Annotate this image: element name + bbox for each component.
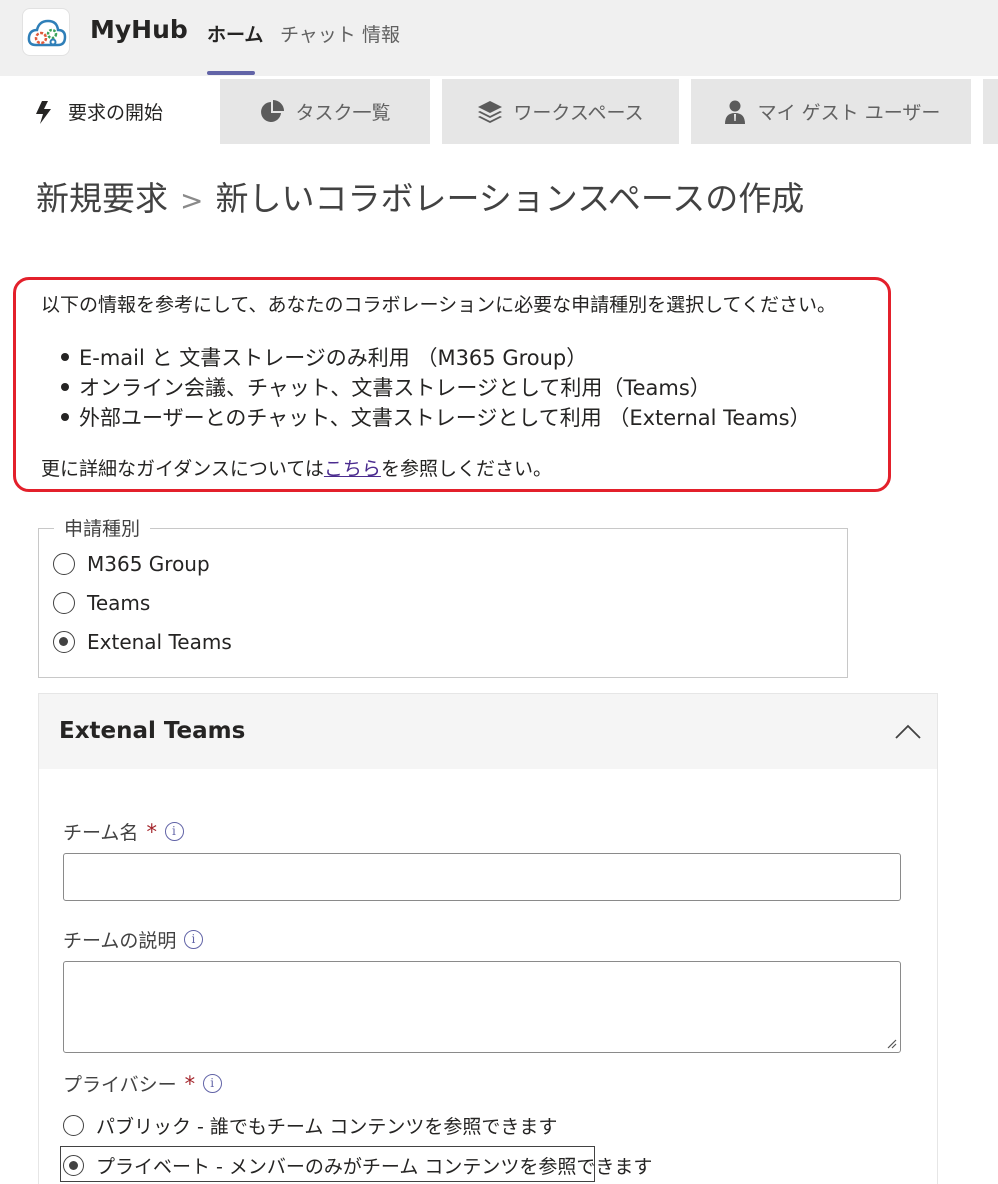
tab-info[interactable]: 情報 bbox=[362, 20, 400, 47]
privacy-label: プライバシー * bbox=[63, 1070, 223, 1097]
lightning-icon bbox=[36, 100, 51, 124]
page-tabs: 要求の開始 タスク一覧 ワークスペース マイ ゲスト ユーザー bbox=[0, 76, 998, 144]
pie-chart-icon bbox=[261, 99, 285, 122]
guidance-intro: 以下の情報を参考にして、あなたのコラボレーションに必要な申請種別を選択してくださ… bbox=[41, 294, 836, 316]
tab-label: マイ ゲスト ユーザー bbox=[757, 102, 941, 124]
app-title: MyHub bbox=[90, 15, 188, 44]
privacy-option-private[interactable]: プライベート - メンバーのみがチーム コンテンツを参照できます bbox=[63, 1152, 652, 1179]
guidance-list: E-mail と 文書ストレージのみ利用 （M365 Group） オンライン会… bbox=[61, 342, 811, 432]
tab-chat[interactable]: チャット bbox=[280, 20, 356, 47]
section-title: Extenal Teams bbox=[59, 718, 246, 744]
tab-task-list[interactable]: タスク一覧 bbox=[220, 79, 430, 144]
tab-home[interactable]: ホーム bbox=[207, 20, 263, 47]
option-label: Teams bbox=[87, 591, 151, 615]
privacy-option-public[interactable]: パブリック - 誰でもチーム コンテンツを参照できます bbox=[63, 1112, 557, 1139]
tab-my-guest-users[interactable]: マイ ゲスト ユーザー bbox=[691, 79, 971, 144]
breadcrumb-parent[interactable]: 新規要求 bbox=[36, 179, 168, 218]
guidance-footer: 更に詳細なガイダンスについてはこちらを参照しください。 bbox=[41, 454, 552, 481]
option-external-teams[interactable]: Extenal Teams bbox=[53, 630, 232, 654]
active-tab-indicator bbox=[207, 71, 255, 75]
info-icon[interactable] bbox=[164, 822, 184, 841]
resize-grip-icon[interactable] bbox=[885, 1037, 897, 1049]
option-label: プライベート - メンバーのみがチーム コンテンツを参照できます bbox=[96, 1156, 653, 1178]
breadcrumb-separator-icon: > bbox=[180, 184, 204, 217]
radio-button[interactable] bbox=[63, 1115, 84, 1136]
required-mark: * bbox=[184, 1071, 196, 1096]
team-description-input[interactable] bbox=[63, 961, 901, 1053]
chevron-up-icon[interactable] bbox=[895, 722, 921, 740]
radio-button-selected[interactable] bbox=[63, 1155, 84, 1176]
request-type-legend: 申請種別 bbox=[54, 514, 151, 541]
option-teams[interactable]: Teams bbox=[53, 591, 150, 615]
required-mark: * bbox=[146, 819, 157, 844]
tab-label: タスク一覧 bbox=[295, 102, 391, 124]
guidance-box: 以下の情報を参考にして、あなたのコラボレーションに必要な申請種別を選択してくださ… bbox=[13, 277, 891, 492]
list-item: オンライン会議、チャット、文書ストレージとして利用（Teams） bbox=[61, 372, 811, 402]
team-description-label: チームの説明 bbox=[63, 926, 204, 953]
tab-label: ワークスペース bbox=[513, 102, 644, 124]
field-label: プライバシー bbox=[63, 1074, 177, 1096]
app-header: MyHub ホーム チャット 情報 bbox=[0, 0, 998, 76]
option-label: M365 Group bbox=[87, 552, 210, 576]
option-m365-group[interactable]: M365 Group bbox=[53, 552, 210, 576]
guidance-suffix: を参照しください。 bbox=[380, 458, 552, 480]
section-header[interactable]: Extenal Teams bbox=[39, 694, 937, 769]
field-label: チームの説明 bbox=[63, 930, 177, 952]
tab-workspace[interactable]: ワークスペース bbox=[442, 79, 679, 144]
option-label: パブリック - 誰でもチーム コンテンツを参照できます bbox=[96, 1116, 558, 1138]
list-item: 外部ユーザーとのチャット、文書ストレージとして利用 （External Team… bbox=[61, 402, 811, 432]
team-name-label: チーム名 * bbox=[63, 818, 184, 845]
layers-icon bbox=[478, 100, 503, 123]
guidance-link[interactable]: こちら bbox=[324, 458, 381, 480]
tab-overflow[interactable] bbox=[983, 79, 998, 144]
tab-label: 要求の開始 bbox=[68, 102, 164, 124]
person-icon bbox=[724, 100, 745, 124]
guidance-prefix: 更に詳細なガイダンスについては bbox=[41, 458, 324, 480]
option-label: Extenal Teams bbox=[87, 630, 232, 654]
breadcrumb: 新規要求 > 新しいコラボレーションスペースの作成 bbox=[36, 172, 804, 220]
radio-button-selected[interactable] bbox=[53, 631, 75, 653]
field-label: チーム名 bbox=[63, 822, 139, 844]
info-icon[interactable] bbox=[184, 930, 204, 949]
request-type-group bbox=[38, 528, 848, 678]
myhub-logo-icon bbox=[22, 8, 70, 56]
breadcrumb-current: 新しいコラボレーションスペースの作成 bbox=[215, 179, 805, 218]
radio-button[interactable] bbox=[53, 553, 75, 575]
radio-button[interactable] bbox=[53, 592, 75, 614]
list-item: E-mail と 文書ストレージのみ利用 （M365 Group） bbox=[61, 342, 811, 372]
tab-start-request[interactable]: 要求の開始 bbox=[0, 79, 208, 144]
info-icon[interactable] bbox=[203, 1074, 223, 1093]
team-name-input[interactable] bbox=[63, 853, 901, 901]
